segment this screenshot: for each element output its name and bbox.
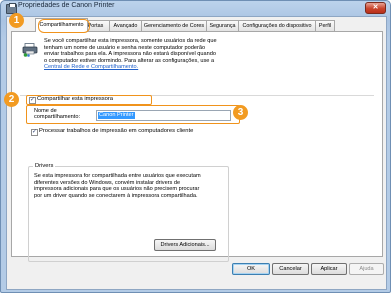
- drivers-line: Se esta impressora for compartilhada ent…: [34, 173, 201, 179]
- callout-badge-2: 2: [4, 92, 19, 107]
- callout-badge-1: 1: [9, 13, 24, 28]
- drivers-line: por um driver quando se conectarem à imp…: [34, 192, 198, 199]
- title-bar: Propriedades de Canon Printer ✕: [1, 1, 390, 15]
- tab-highlight: [38, 19, 90, 33]
- render-on-client-checkbox[interactable]: [31, 128, 38, 136]
- dialog-client-area: Compartilhamento Portas Avançado Gerenci…: [6, 16, 387, 290]
- apply-button[interactable]: Aplicar: [311, 263, 347, 275]
- drivers-line: impressora adicionais para que os usuári…: [34, 186, 200, 193]
- drivers-line: diferentes versões do Windows, convém in…: [34, 179, 181, 186]
- share-name-highlight: [26, 105, 240, 124]
- sharing-panel: Se você compartilhar esta impressora, so…: [11, 31, 383, 262]
- render-on-client-label: Processar trabalhos de impressão em comp…: [39, 128, 194, 134]
- tab-gerenciamento-de-cores[interactable]: Gerenciamento de Cores: [141, 20, 207, 31]
- sharing-intro-text: Se você compartilhar esta impressora, so…: [44, 38, 249, 71]
- window-title: Propriedades de Canon Printer: [18, 2, 115, 9]
- tab-configuracoes-do-dispositivo[interactable]: Configurações do dispositivo: [238, 20, 316, 31]
- cancel-button[interactable]: Cancelar: [272, 263, 309, 275]
- intro-line: o computador estiver dormindo. Para alte…: [44, 57, 215, 64]
- intro-line: enviar trabalhos para ela. A impressora …: [44, 51, 216, 58]
- tab-seguranca[interactable]: Segurança: [206, 20, 239, 31]
- tab-portas[interactable]: Portas: [87, 20, 110, 31]
- intro-line: tenham um nome de usuário e senha neste …: [44, 44, 206, 51]
- callout-badge-3: 3: [233, 105, 248, 120]
- drivers-group-title: Drivers: [33, 163, 56, 169]
- share-checkbox-highlight: [26, 95, 152, 105]
- tab-perfil[interactable]: Perfil: [315, 20, 335, 31]
- additional-drivers-button[interactable]: Drivers Adicionais...: [154, 239, 216, 251]
- intro-line: Se você compartilhar esta impressora, so…: [44, 38, 217, 44]
- ok-button[interactable]: OK: [232, 263, 270, 275]
- shared-printer-icon: [22, 43, 38, 57]
- tab-avancado[interactable]: Avançado: [109, 20, 142, 31]
- network-sharing-center-link[interactable]: Central de Rede e Compartilhamento.: [44, 64, 249, 71]
- printer-properties-dialog: Propriedades de Canon Printer ✕ Comparti…: [0, 0, 391, 293]
- drivers-description: Se esta impressora for compartilhada ent…: [34, 173, 224, 199]
- close-button[interactable]: ✕: [365, 2, 386, 14]
- help-button[interactable]: Ajuda: [349, 263, 384, 275]
